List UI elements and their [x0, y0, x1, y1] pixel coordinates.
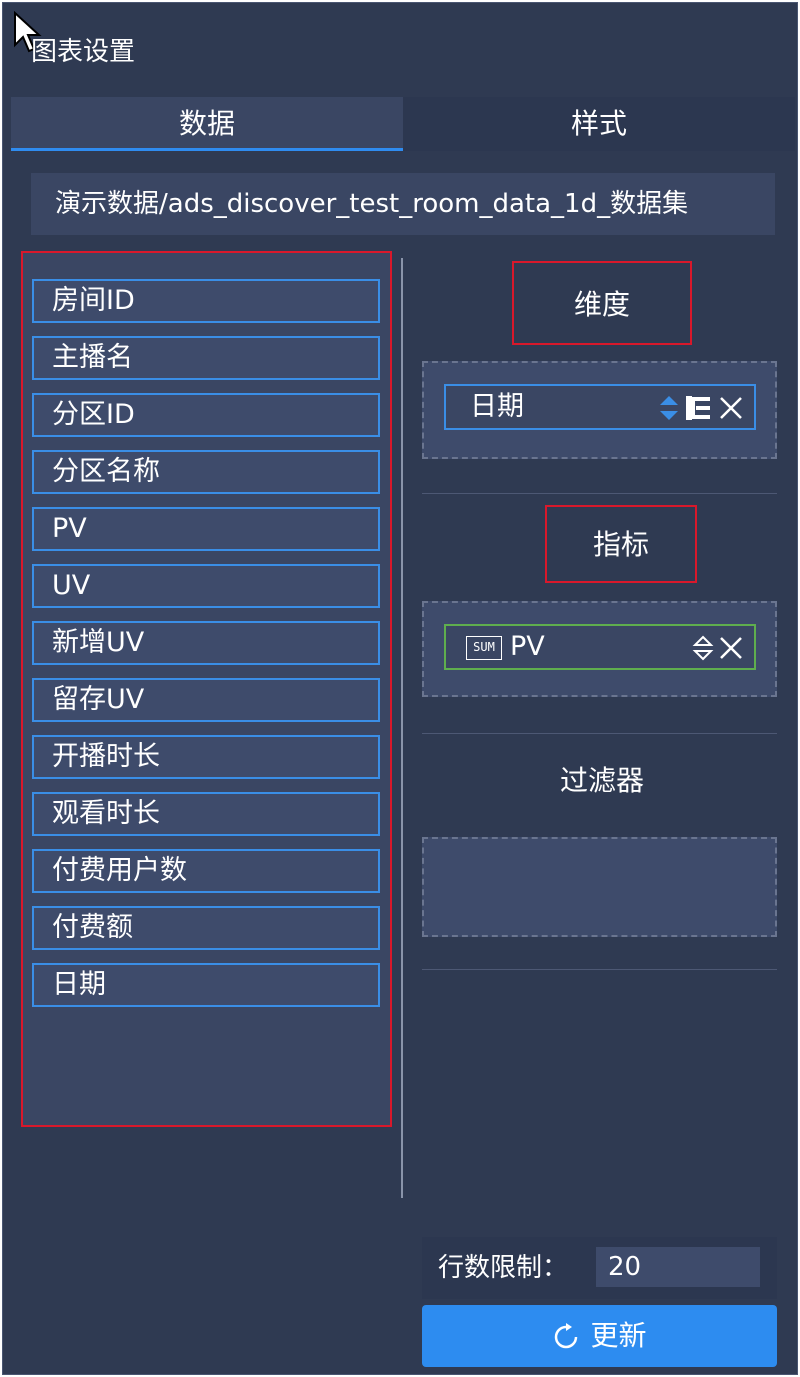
field-item[interactable]: 付费额 — [32, 906, 380, 950]
update-label: 更新 — [590, 1319, 647, 1352]
column-divider — [401, 258, 403, 1198]
chart-settings-panel: 图表设置 数据 样式 演示数据/ads_discover_test_room_d… — [2, 2, 798, 1375]
field-item[interactable]: UV — [32, 564, 380, 608]
sort-icon[interactable] — [692, 634, 714, 662]
sum-badge: SUM — [466, 636, 502, 660]
section-divider — [422, 733, 777, 734]
tab-style[interactable]: 样式 — [403, 97, 795, 151]
sort-icon[interactable] — [658, 394, 680, 422]
close-icon[interactable] — [718, 635, 744, 661]
metric-chip-label: PV — [510, 631, 545, 662]
row-limit-row: 行数限制： 20 — [422, 1237, 777, 1299]
field-item[interactable]: 房间ID — [32, 279, 380, 323]
dimension-drop-zone[interactable]: 日期 — [422, 361, 777, 459]
field-item[interactable]: 留存UV — [32, 678, 380, 722]
metric-drop-zone[interactable]: SUM PV — [422, 601, 777, 697]
field-item[interactable]: 日期 — [32, 963, 380, 1007]
tree-icon[interactable] — [684, 394, 714, 422]
field-item[interactable]: 分区名称 — [32, 450, 380, 494]
field-item[interactable]: 开播时长 — [32, 735, 380, 779]
close-icon[interactable] — [718, 395, 744, 421]
tab-data[interactable]: 数据 — [11, 97, 403, 151]
tab-bar: 数据 样式 — [11, 97, 795, 151]
field-item[interactable]: PV — [32, 507, 380, 551]
dimension-chip-label: 日期 — [470, 391, 524, 422]
metric-label: 指标 — [545, 505, 697, 583]
field-item[interactable]: 主播名 — [32, 336, 380, 380]
filter-drop-zone[interactable] — [422, 837, 777, 937]
dimension-chip[interactable]: 日期 — [444, 384, 756, 430]
field-list: 房间ID 主播名 分区ID 分区名称 PV UV 新增UV 留存UV 开播时长 … — [21, 251, 392, 1127]
section-divider — [422, 493, 777, 494]
field-item[interactable]: 新增UV — [32, 621, 380, 665]
update-button[interactable]: 更新 — [422, 1305, 777, 1367]
dataset-selector[interactable]: 演示数据/ads_discover_test_room_data_1d_数据集 — [31, 173, 775, 235]
metric-chip[interactable]: SUM PV — [444, 624, 756, 670]
row-limit-label: 行数限制： — [438, 1253, 569, 1283]
section-divider — [422, 969, 777, 970]
field-item[interactable]: 观看时长 — [32, 792, 380, 836]
refresh-icon — [555, 1323, 578, 1349]
panel-title: 图表设置 — [31, 37, 136, 67]
row-limit-input[interactable]: 20 — [596, 1247, 760, 1287]
field-item[interactable]: 分区ID — [32, 393, 380, 437]
field-item[interactable]: 付费用户数 — [32, 849, 380, 893]
dimension-label: 维度 — [512, 261, 692, 345]
filter-label: 过滤器 — [559, 764, 644, 797]
